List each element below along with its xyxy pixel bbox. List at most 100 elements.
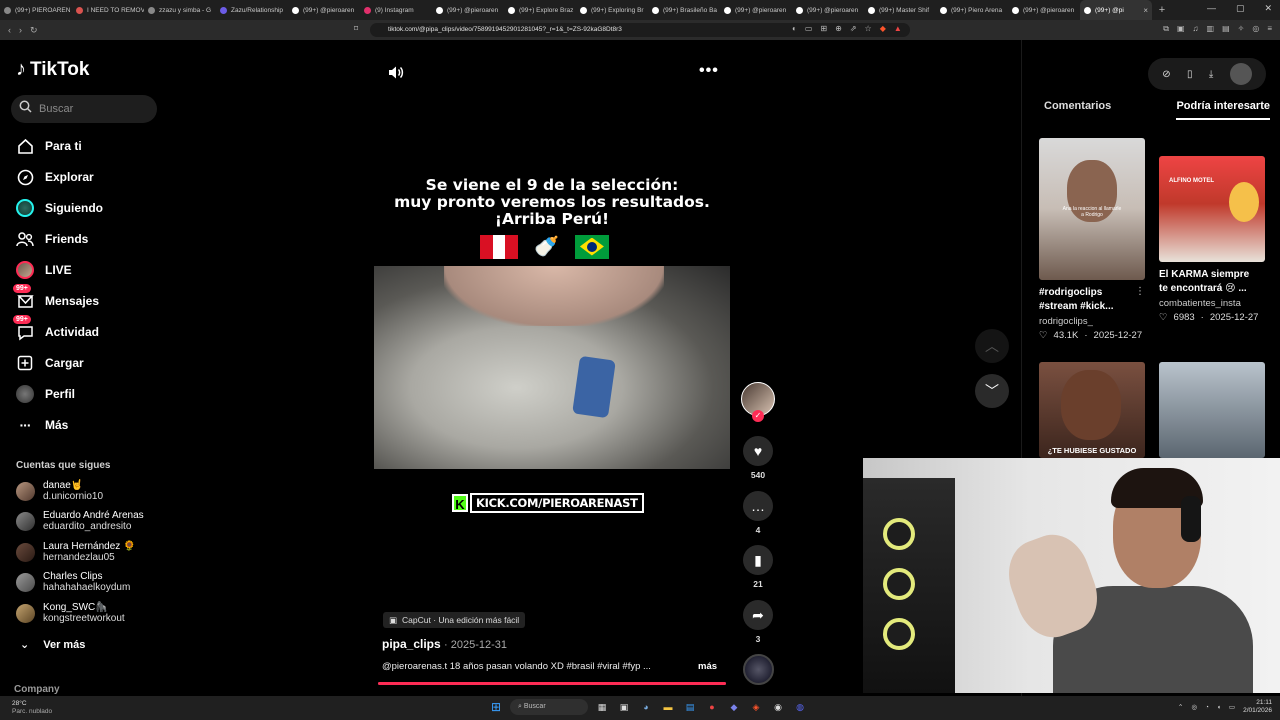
obs-icon[interactable]: ◉: [770, 699, 786, 715]
following-account[interactable]: Charles Clips hahahahaelkoydum: [16, 571, 130, 593]
suggested-video-card[interactable]: ALFINO MOTEL El KARMA siempre te encontr…: [1159, 156, 1265, 323]
music-icon[interactable]: ♫: [1193, 24, 1199, 34]
see-more-button[interactable]: ⌄ Ver más: [20, 638, 85, 652]
browser-tab[interactable]: (99+) @pieroaren: [1008, 0, 1080, 20]
close-tab-icon[interactable]: ×: [1143, 6, 1148, 15]
network-icon[interactable]: ◎: [1191, 703, 1197, 711]
share-icon[interactable]: ⇗: [850, 24, 857, 33]
star-icon[interactable]: ☆: [865, 24, 872, 33]
copilot-icon[interactable]: ◕: [638, 699, 654, 715]
browser-tab[interactable]: (99+) Exploring Br: [576, 0, 648, 20]
nav-mensajes[interactable]: 99+ Mensajes: [13, 284, 99, 313]
phone-icon[interactable]: ▯: [1187, 69, 1193, 80]
expand-description-button[interactable]: más: [698, 661, 717, 672]
video-player[interactable]: [374, 266, 730, 469]
nav-mas[interactable]: ··· Más: [16, 413, 69, 437]
search-box[interactable]: [11, 95, 157, 123]
nav-siguiendo[interactable]: Siguiendo: [16, 196, 103, 220]
sidebar-icon[interactable]: ▥: [1207, 24, 1215, 34]
browser-tab[interactable]: (99+) @pieroaren: [792, 0, 864, 20]
search-input[interactable]: [39, 103, 139, 115]
maximize-button[interactable]: ▢: [1236, 3, 1245, 14]
back-icon[interactable]: ‹: [8, 25, 11, 36]
close-window-button[interactable]: ✕: [1264, 3, 1272, 14]
next-video-button[interactable]: ﹀: [975, 374, 1009, 408]
following-account[interactable]: Eduardo André Arenas eduardito_andresito: [16, 510, 144, 532]
suggested-video-card[interactable]: ¿TE HUBIESE GUSTADO: [1039, 362, 1145, 458]
suggested-video-card[interactable]: [1159, 362, 1265, 458]
capcut-tag[interactable]: ▣ CapCut · Una edición más fácil: [383, 612, 526, 628]
user-avatar[interactable]: [1229, 63, 1252, 85]
save-button[interactable]: ▮: [743, 545, 773, 575]
tiktok-logo[interactable]: ♪ TikTok: [16, 58, 89, 81]
following-account[interactable]: Laura Hernández 🌻 hernandezlau05: [16, 541, 136, 563]
translate-icon[interactable]: ⊞: [820, 24, 827, 33]
share-button[interactable]: ➦: [743, 600, 773, 630]
vpn-icon[interactable]: ◎: [1252, 24, 1259, 34]
volume-icon[interactable]: ◖: [1217, 704, 1221, 711]
new-tab-button[interactable]: +: [1152, 4, 1172, 16]
forward-icon[interactable]: ›: [19, 25, 22, 36]
reload-icon[interactable]: ↻: [30, 25, 38, 36]
previous-video-button[interactable]: ︿: [975, 329, 1009, 363]
volume-icon[interactable]: [388, 65, 404, 83]
battery-icon[interactable]: ▭: [1229, 703, 1235, 711]
tab-podria-interesarte[interactable]: Podría interesarte: [1176, 100, 1270, 120]
like-button[interactable]: ♥: [743, 436, 773, 466]
brave-shield-icon[interactable]: ◆: [880, 24, 886, 33]
taskbar-search[interactable]: ⌕ Buscar: [510, 699, 588, 715]
clock[interactable]: 21:11 2/01/2026: [1243, 699, 1272, 715]
teams-icon[interactable]: ◆: [726, 699, 742, 715]
weather-widget[interactable]: 28°C Parc. nublado: [12, 700, 52, 716]
browser-tab[interactable]: (99+) @pieroaren: [432, 0, 504, 20]
nav-explorar[interactable]: Explorar: [16, 165, 94, 189]
following-account[interactable]: danae🤘 d.unicornio10: [16, 480, 103, 502]
widgets-icon[interactable]: ▦: [594, 699, 610, 715]
leo-icon[interactable]: ✧: [1238, 24, 1245, 34]
discord-icon[interactable]: ◍: [792, 699, 808, 715]
browser-tab[interactable]: Zazu/Relationship: [216, 0, 288, 20]
cast-icon[interactable]: ▭: [805, 24, 813, 33]
nav-perfil[interactable]: Perfil: [16, 382, 75, 406]
browser-tab[interactable]: (99+) Master Shif: [864, 0, 936, 20]
browser-tab[interactable]: (99+) Brasileño Ba: [648, 0, 720, 20]
tracking-icon[interactable]: ◐: [792, 24, 797, 33]
browser-tab[interactable]: (99+) @pi ×: [1080, 0, 1152, 20]
comment-button[interactable]: …: [743, 491, 773, 521]
browser-tab[interactable]: (99+) Explore Braz: [504, 0, 576, 20]
zoom-icon[interactable]: ⊕: [835, 24, 842, 33]
extension-icon[interactable]: ⧉: [1163, 24, 1169, 34]
suggested-video-card[interactable]: Ana la reaccion al llamarle a Rodrigo #r…: [1039, 138, 1145, 341]
brave-icon[interactable]: ◈: [748, 699, 764, 715]
menu-icon[interactable]: ≡: [1267, 24, 1272, 34]
wifi-icon[interactable]: ◔: [1205, 704, 1209, 711]
browser-tab[interactable]: (99+) @pieroaren: [720, 0, 792, 20]
nav-actividad[interactable]: 99+ Actividad: [13, 315, 99, 344]
tab-comentarios[interactable]: Comentarios: [1044, 100, 1111, 120]
nav-friends[interactable]: Friends: [16, 227, 88, 251]
brave-rewards-icon[interactable]: ▲: [894, 24, 902, 33]
tab-icon[interactable]: ▤: [1222, 24, 1230, 34]
follow-check-icon[interactable]: ✓: [752, 410, 764, 422]
browser-tab[interactable]: (9) Instagram: [360, 0, 432, 20]
music-disc-avatar[interactable]: [743, 654, 774, 685]
nav-cargar[interactable]: Cargar: [16, 351, 84, 375]
browser-tab[interactable]: (99+) PIEROAREN: [0, 0, 72, 20]
tray-expand-icon[interactable]: ⌃: [1178, 703, 1183, 711]
minimize-button[interactable]: —: [1207, 3, 1216, 14]
task-view-icon[interactable]: ▣: [616, 699, 632, 715]
wallet-icon[interactable]: ▣: [1177, 24, 1185, 34]
following-account[interactable]: Kong_SWC🦍 kongstreetworkout: [16, 602, 125, 624]
store-icon[interactable]: ▤: [682, 699, 698, 715]
more-options-icon[interactable]: •••: [699, 62, 719, 80]
app-icon[interactable]: ●: [704, 699, 720, 715]
file-explorer-icon[interactable]: ▬: [660, 699, 676, 715]
browser-tab[interactable]: (99+) @pieroaren: [288, 0, 360, 20]
windows-start-icon[interactable]: ⊞: [488, 699, 504, 715]
browser-tab[interactable]: (99+) Piero Arena: [936, 0, 1008, 20]
compass-icon[interactable]: ⊘: [1162, 69, 1170, 80]
nav-para-ti[interactable]: Para ti: [16, 134, 82, 158]
nav-live[interactable]: LIVE: [16, 258, 72, 282]
video-author[interactable]: pipa_clips · 2025-12-31: [382, 637, 507, 651]
video-progress-bar[interactable]: [378, 682, 726, 685]
